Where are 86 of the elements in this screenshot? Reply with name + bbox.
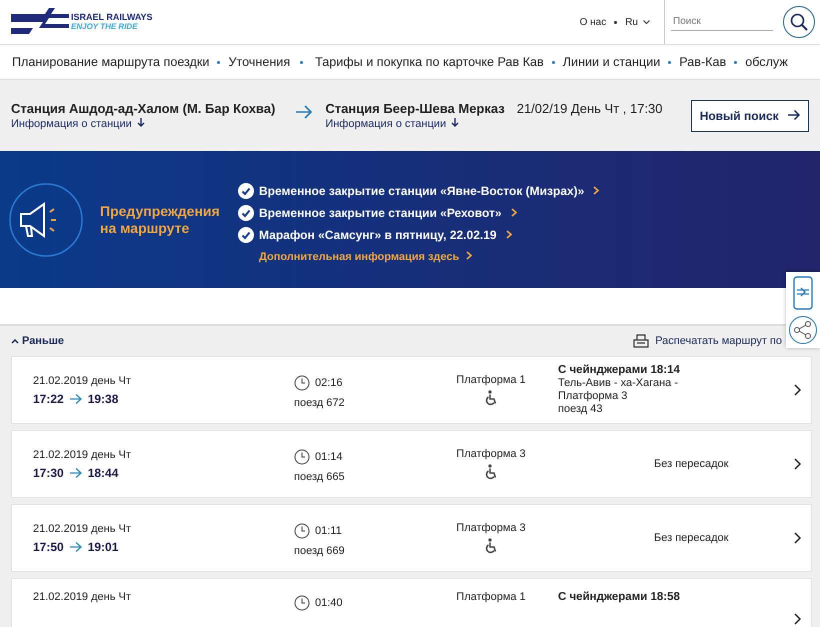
clock-icon	[294, 523, 310, 539]
nav-link[interactable]: Рав-Кав	[679, 55, 726, 69]
arrow-right-icon	[70, 542, 82, 552]
caret-up-icon	[11, 338, 19, 344]
arrow-right-icon	[295, 104, 314, 118]
check-icon	[238, 226, 254, 242]
direct-label: Без пересадок	[654, 458, 730, 470]
transfer-detail: Тель-Авив - ха-Хагана -	[558, 377, 680, 390]
train-number: поезд 665	[294, 471, 346, 483]
departure-time: 17:22	[33, 392, 64, 406]
nav-link[interactable]: обслуж	[745, 55, 788, 69]
arrow-right-icon	[788, 110, 800, 120]
trip-card[interactable]: 21.02.2019 день Чт 17:22 19:38 02:16 поезд 672 Платформа 1 С чейнджерами 18:14 Тель-Авив - ха-Хагана - Платформа 3 поезд 43	[11, 356, 812, 424]
station-name: Станция Беер-Шева Мерказ	[325, 101, 505, 116]
clock-icon	[294, 595, 310, 611]
top-link[interactable]: О нас	[580, 16, 606, 28]
alert-link[interactable]: Марафон «Самсунг» в пятницу, 22.02.19	[238, 226, 600, 242]
share-button[interactable]	[789, 316, 817, 344]
trip-duration: 01:40	[315, 597, 343, 609]
arrival-time: 19:38	[88, 392, 118, 406]
logo-title: ISRAEL RAILWAYS	[71, 12, 153, 22]
alert-link[interactable]: Временное закрытие станции «Явне-Восток (Мизрах)»	[238, 182, 600, 198]
station-info-link[interactable]: Информация о станции	[11, 118, 276, 130]
chevron-right-icon	[506, 230, 512, 239]
nav-link[interactable]: Планирование маршрута поездки	[12, 55, 210, 69]
trip-date: 21.02.2019 день Чт	[33, 374, 132, 386]
phone-card-icon	[792, 276, 814, 310]
megaphone-icon	[8, 182, 84, 258]
arrival-time: 19:01	[88, 540, 118, 554]
trip-date: 21.02.2019 день Чт	[33, 448, 132, 460]
transfer-detail: Платформа 3	[558, 390, 628, 403]
check-icon	[238, 182, 254, 198]
transfer-detail: поезд 43	[558, 403, 604, 416]
trip-date: 21.02.2019 день Чт	[33, 591, 132, 603]
chevron-right-icon	[794, 613, 801, 625]
arrow-right-icon	[70, 394, 82, 404]
alert-link[interactable]: Временное закрытие станции «Реховот»	[238, 204, 600, 220]
earlier-link[interactable]: Раньше	[11, 335, 64, 347]
transfer-title: С чейнджерами 18:58	[558, 591, 681, 604]
train-number: поезд 672	[294, 397, 346, 409]
arrival-time: 18:44	[88, 466, 118, 480]
trip-duration: 01:11	[315, 525, 342, 537]
platform-label: Платформа 3	[456, 448, 526, 460]
chevron-right-icon	[794, 458, 801, 470]
chevron-right-icon	[794, 532, 801, 544]
platform-label: Платформа 3	[456, 522, 526, 534]
trip-datetime: 21/02/19 День Чт , 17:30	[516, 101, 663, 116]
logo-tagline: ENJOY THE RIDE	[71, 22, 139, 32]
trip-duration: 01:14	[315, 451, 343, 463]
platform-label: Платформа 1	[456, 591, 526, 603]
trip-card[interactable]: 21.02.2019 день Чт 17:50 19:01 01:11 поезд 669 Платформа 3 Без пересадок	[11, 504, 812, 572]
station-name: Станция Ашдод-ад-Халом (М. Бар Кохва)	[11, 101, 276, 116]
trip-card[interactable]: 21.02.2019 день Чт 17:30 18:44 01:14 поезд 665 Платформа 3 Без пересадок	[11, 430, 812, 498]
train-card-button[interactable]	[792, 276, 814, 310]
trip-card[interactable]: 21.02.2019 день Чт 01:40 Платформа 1 С чейнджерами 18:58	[11, 578, 812, 627]
departure-time: 17:50	[33, 540, 64, 554]
arrow-down-icon	[451, 118, 460, 127]
search-icon	[790, 13, 808, 31]
alerts-title: Предупреждения на маршруте	[100, 202, 221, 236]
nav-link[interactable]: Тарифы и покупка по карточке Рав Кав	[315, 55, 544, 69]
new-search-button[interactable]: Новый поиск	[690, 100, 809, 132]
platform-label: Платформа 1	[456, 374, 526, 386]
chevron-right-icon	[510, 208, 517, 217]
direct-label: Без пересадок	[654, 532, 730, 544]
nav-link[interactable]: Уточнения	[228, 55, 290, 69]
station-info-link[interactable]: Информация о станции	[325, 118, 663, 130]
chevron-right-icon	[794, 384, 801, 396]
printer-icon	[633, 334, 650, 348]
arrow-down-icon	[136, 118, 145, 127]
train-number: поезд 669	[294, 545, 346, 557]
arrow-right-icon	[70, 468, 82, 478]
more-info-link[interactable]: Дополнительная информация здесь	[259, 250, 600, 262]
departure-time: 17:30	[33, 466, 64, 480]
search-button[interactable]	[783, 6, 815, 38]
chevron-right-icon	[593, 186, 600, 195]
clock-icon	[294, 375, 310, 391]
clock-icon	[294, 449, 310, 465]
top-link[interactable]: Ru	[625, 16, 650, 28]
print-link[interactable]: Распечатать маршрут по	[633, 334, 782, 348]
share-icon	[793, 320, 813, 340]
trip-duration: 02:16	[315, 377, 343, 389]
transfer-title: С чейнджерами 18:14	[558, 364, 681, 377]
chevron-right-icon	[466, 250, 472, 260]
check-icon	[238, 204, 254, 220]
nav-link[interactable]: Линии и станции	[562, 55, 660, 69]
trip-date: 21.02.2019 день Чт	[33, 522, 132, 534]
